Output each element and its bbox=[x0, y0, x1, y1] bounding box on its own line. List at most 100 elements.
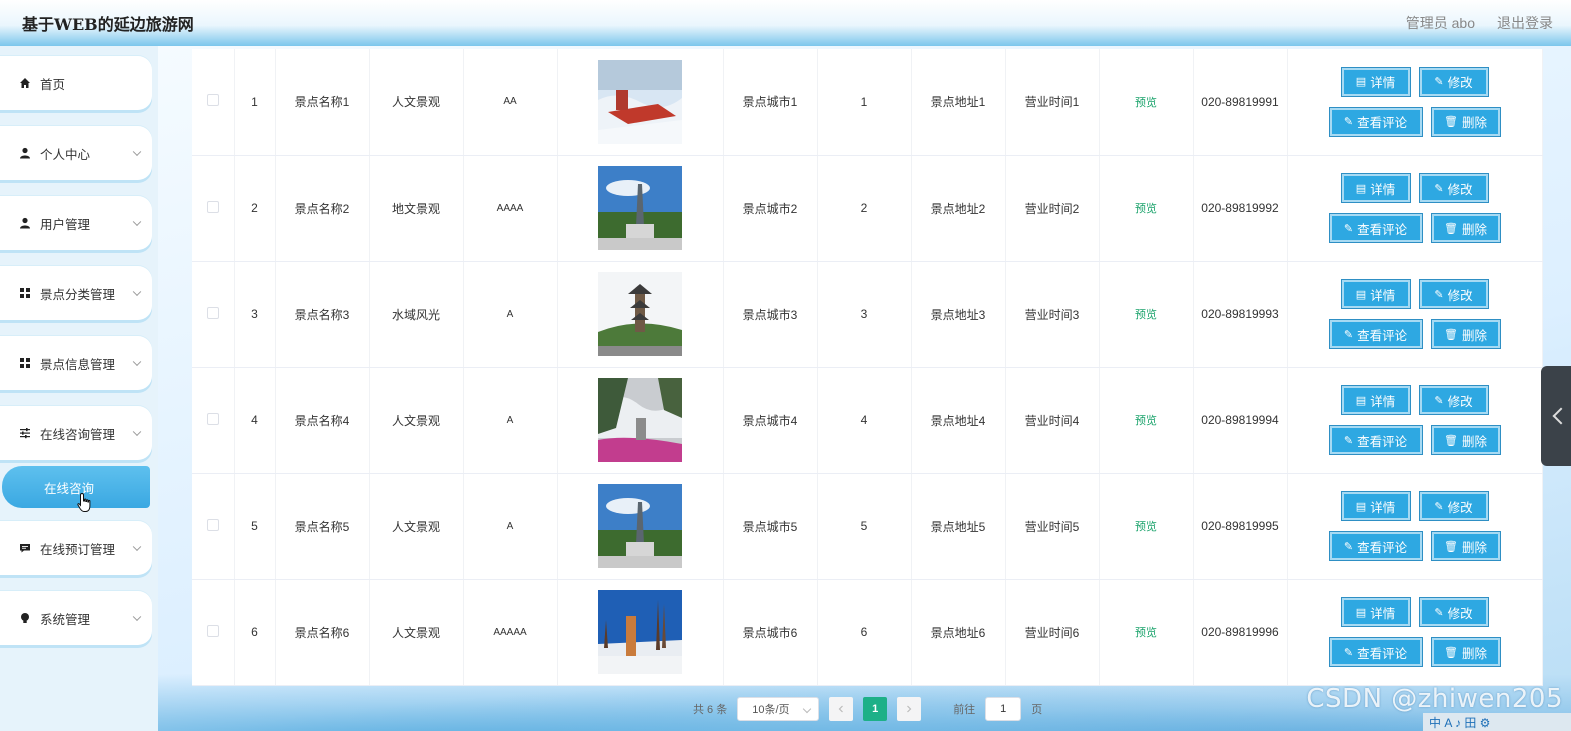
view-comments-button[interactable]: ✎ 查看评论 bbox=[1328, 319, 1423, 349]
next-page-button[interactable] bbox=[897, 697, 922, 721]
detail-button-label: 详情 bbox=[1370, 76, 1396, 91]
sidebar-item-spot-info[interactable]: 景点信息管理 bbox=[0, 336, 152, 390]
sidebar-item-users[interactable]: 用户管理 bbox=[0, 196, 152, 250]
trash-icon: 🗑 bbox=[1444, 646, 1458, 659]
table-row: 2 景点名称2 地文景观 AAAA 景点城市2 2 景点地址2 营业时间2 预览… bbox=[192, 155, 1543, 262]
page-number-current[interactable]: 1 bbox=[863, 697, 888, 721]
user-icon bbox=[18, 146, 32, 160]
edit-button-label: 修改 bbox=[1447, 500, 1473, 515]
cell-city: 景点城市4 bbox=[723, 367, 818, 474]
logout-link[interactable]: 退出登录 bbox=[1497, 13, 1553, 33]
edit-button-label: 修改 bbox=[1447, 182, 1473, 197]
detail-button[interactable]: ▤ 详情 bbox=[1340, 66, 1411, 97]
delete-button[interactable]: 🗑 删除 bbox=[1430, 319, 1501, 349]
cell-phone: 020-89819995 bbox=[1193, 473, 1288, 580]
document-icon: ▤ bbox=[1355, 500, 1367, 513]
chevron-down-icon bbox=[132, 287, 142, 297]
delete-button[interactable]: 🗑 删除 bbox=[1430, 531, 1501, 561]
sidebar-item-personal[interactable]: 个人中心 bbox=[0, 126, 152, 180]
sidebar-item-label: 景点信息管理 bbox=[40, 357, 116, 372]
preview-link[interactable]: 预览 bbox=[1135, 97, 1157, 109]
sidebar-item-booking[interactable]: 在线预订管理 bbox=[0, 521, 152, 575]
sidebar-item-consult[interactable]: 在线咨询管理 bbox=[0, 406, 152, 460]
cell-hours: 营业时间6 bbox=[1005, 579, 1100, 686]
cell-preview: 预览 bbox=[1099, 367, 1194, 474]
row-checkbox-cell bbox=[192, 155, 235, 262]
preview-link[interactable]: 预览 bbox=[1135, 415, 1157, 427]
row-checkbox[interactable] bbox=[206, 306, 219, 319]
trash-icon: 🗑 bbox=[1444, 434, 1458, 447]
edit-button[interactable]: ✎ 修改 bbox=[1418, 597, 1489, 627]
table-row: 6 景点名称6 人文景观 AAAAA 景点城市6 6 景点地址6 营业时间6 预… bbox=[192, 579, 1543, 686]
sidebar-item-spot-category[interactable]: 景点分类管理 bbox=[0, 266, 152, 320]
total-count: 共 6 条 bbox=[693, 704, 728, 716]
view-comments-button[interactable]: ✎ 查看评论 bbox=[1328, 425, 1423, 455]
system-tray: 中 A ♪ 田 ⚙ bbox=[1423, 713, 1571, 731]
detail-button[interactable]: ▤ 详情 bbox=[1340, 279, 1411, 309]
preview-link[interactable]: 预览 bbox=[1135, 309, 1157, 321]
cell-image bbox=[557, 49, 724, 156]
preview-link[interactable]: 预览 bbox=[1135, 627, 1157, 639]
cell-phone: 020-89819991 bbox=[1193, 49, 1288, 156]
detail-button[interactable]: ▤ 详情 bbox=[1340, 173, 1411, 203]
row-checkbox[interactable] bbox=[206, 624, 219, 637]
delete-button[interactable]: 🗑 删除 bbox=[1430, 106, 1501, 137]
view-comments-button[interactable]: ✎ 查看评论 bbox=[1328, 106, 1423, 137]
chat-icon bbox=[18, 541, 32, 555]
edit-button[interactable]: ✎ 修改 bbox=[1418, 385, 1489, 415]
cell-address: 景点地址4 bbox=[911, 367, 1006, 474]
detail-button-label: 详情 bbox=[1370, 606, 1396, 621]
trash-icon: 🗑 bbox=[1444, 540, 1458, 553]
goto-page-input[interactable]: 1 bbox=[985, 697, 1022, 721]
prev-page-button[interactable] bbox=[829, 697, 854, 721]
sliders-icon bbox=[18, 426, 32, 440]
cell-city: 景点城市3 bbox=[723, 261, 818, 368]
edit-button[interactable]: ✎ 修改 bbox=[1418, 491, 1489, 521]
edit-button[interactable]: ✎ 修改 bbox=[1418, 173, 1489, 203]
row-checkbox[interactable] bbox=[206, 94, 219, 107]
edit-button[interactable]: ✎ 修改 bbox=[1418, 279, 1489, 309]
edit-button-label: 修改 bbox=[1447, 606, 1473, 621]
delete-button-label: 删除 bbox=[1461, 222, 1487, 237]
page-size-select[interactable]: 10条/页 bbox=[737, 697, 820, 721]
row-checkbox-cell bbox=[192, 579, 235, 686]
preview-link[interactable]: 预览 bbox=[1135, 521, 1157, 533]
edit-icon: ✎ bbox=[1434, 394, 1444, 407]
edit-button[interactable]: ✎ 修改 bbox=[1418, 66, 1489, 97]
cell-level: A bbox=[463, 261, 558, 368]
view-comments-button[interactable]: ✎ 查看评论 bbox=[1328, 637, 1423, 667]
delete-button[interactable]: 🗑 删除 bbox=[1430, 213, 1501, 243]
preview-link[interactable]: 预览 bbox=[1135, 203, 1157, 215]
detail-button[interactable]: ▤ 详情 bbox=[1340, 491, 1411, 521]
grid-icon bbox=[18, 356, 32, 370]
sidebar-item-label: 在线咨询管理 bbox=[40, 427, 116, 442]
edit-icon: ✎ bbox=[1343, 116, 1354, 129]
view-comments-button[interactable]: ✎ 查看评论 bbox=[1328, 531, 1423, 561]
cell-num: 3 bbox=[817, 261, 912, 368]
sidebar-item-home[interactable]: 首页 bbox=[0, 56, 152, 110]
chevron-left-icon bbox=[838, 705, 844, 713]
cell-image bbox=[557, 261, 724, 368]
cell-level: AA bbox=[463, 49, 558, 156]
row-checkbox[interactable] bbox=[206, 518, 219, 531]
view-comments-label: 查看评论 bbox=[1357, 222, 1408, 237]
row-checkbox[interactable] bbox=[206, 412, 219, 425]
cell-preview: 预览 bbox=[1099, 473, 1194, 580]
trash-icon: 🗑 bbox=[1444, 116, 1458, 129]
main-content: 1 景点名称1 人文景观 AA 景点城市1 1 景点地址1 营业时间1 预览 0… bbox=[158, 46, 1571, 731]
cell-city: 景点城市6 bbox=[723, 579, 818, 686]
collapse-side-tab[interactable] bbox=[1541, 366, 1571, 466]
goto-label: 前往 bbox=[953, 704, 976, 716]
sidebar-item-system[interactable]: 系统管理 bbox=[0, 591, 152, 645]
cell-index: 5 bbox=[234, 473, 276, 580]
row-checkbox[interactable] bbox=[206, 200, 219, 213]
detail-button[interactable]: ▤ 详情 bbox=[1340, 385, 1411, 415]
delete-button[interactable]: 🗑 删除 bbox=[1430, 637, 1501, 667]
detail-button[interactable]: ▤ 详情 bbox=[1340, 597, 1411, 627]
view-comments-button[interactable]: ✎ 查看评论 bbox=[1328, 213, 1423, 243]
view-comments-label: 查看评论 bbox=[1357, 646, 1408, 661]
chevron-right-icon bbox=[907, 705, 912, 713]
delete-button[interactable]: 🗑 删除 bbox=[1430, 425, 1501, 455]
chevron-down-icon bbox=[132, 147, 142, 157]
spot-table: 1 景点名称1 人文景观 AA 景点城市1 1 景点地址1 营业时间1 预览 0… bbox=[192, 49, 1543, 686]
